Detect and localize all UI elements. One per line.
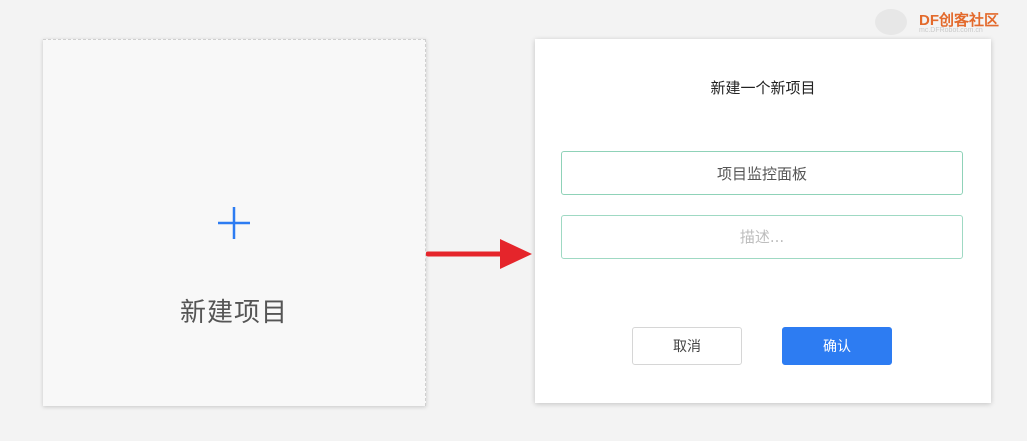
plus-icon (218, 207, 250, 239)
arrow-right-icon (426, 239, 532, 269)
project-description-input[interactable] (561, 215, 963, 259)
confirm-button[interactable]: 确认 (782, 327, 892, 365)
watermark: DF创客社区 mc.DFRobot.com.cn (875, 5, 1025, 39)
dialog-title: 新建一个新项目 (710, 79, 816, 97)
cancel-button[interactable]: 取消 (632, 327, 742, 365)
project-name-input[interactable] (561, 151, 963, 195)
new-project-label: 新建项目 (179, 298, 288, 328)
new-project-card[interactable]: 新建项目 (43, 39, 426, 406)
new-project-dialog: 新建一个新项目 取消 确认 (535, 39, 991, 403)
watermark-url: mc.DFRobot.com.cn (919, 27, 983, 34)
watermark-logo-icon (875, 9, 907, 35)
